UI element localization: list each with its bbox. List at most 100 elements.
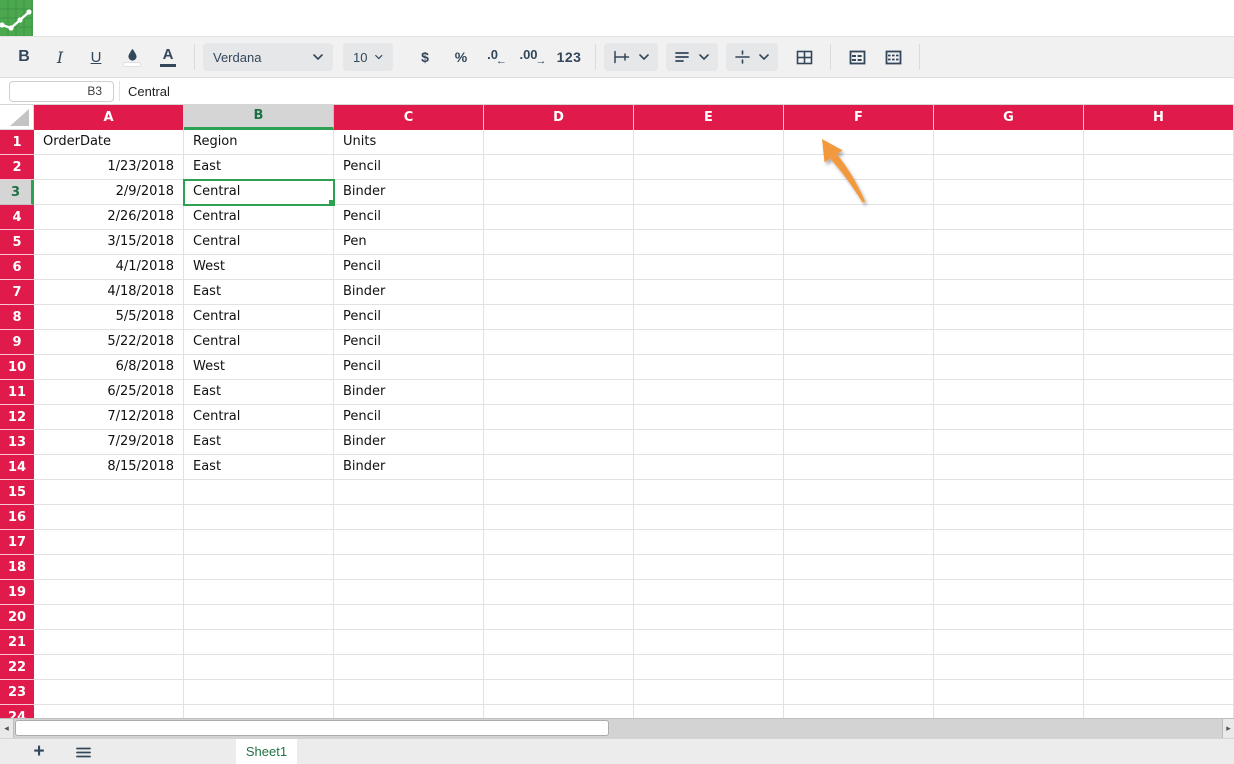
cell-D1[interactable] xyxy=(484,130,634,155)
cell-F17[interactable] xyxy=(784,530,934,555)
cell-G7[interactable] xyxy=(934,280,1084,305)
column-header-D[interactable]: D xyxy=(484,105,634,130)
row-header-10[interactable]: 10 xyxy=(0,355,34,380)
scroll-left-button[interactable]: ◂ xyxy=(0,719,14,738)
cell-D23[interactable] xyxy=(484,680,634,705)
cell-C13[interactable]: Binder xyxy=(334,430,484,455)
cell-A18[interactable] xyxy=(34,555,184,580)
cell-E12[interactable] xyxy=(634,405,784,430)
column-header-E[interactable]: E xyxy=(634,105,784,130)
cell-A16[interactable] xyxy=(34,505,184,530)
increase-decimal-button[interactable]: .00 → xyxy=(515,42,551,72)
cell-B15[interactable] xyxy=(184,480,334,505)
column-header-G[interactable]: G xyxy=(934,105,1084,130)
row-header-8[interactable]: 8 xyxy=(0,305,34,330)
cell-G12[interactable] xyxy=(934,405,1084,430)
row-header-4[interactable]: 4 xyxy=(0,205,34,230)
cell-A2[interactable]: 1/23/2018 xyxy=(34,155,184,180)
bold-button[interactable]: B xyxy=(6,42,42,72)
cell-B14[interactable]: East xyxy=(184,455,334,480)
cell-G16[interactable] xyxy=(934,505,1084,530)
text-wrap-dropdown[interactable] xyxy=(604,43,658,71)
cell-G23[interactable] xyxy=(934,680,1084,705)
cell-H10[interactable] xyxy=(1084,355,1234,380)
cell-B2[interactable]: East xyxy=(184,155,334,180)
row-header-24[interactable]: 24 xyxy=(0,705,34,718)
cell-H13[interactable] xyxy=(1084,430,1234,455)
italic-button[interactable]: I xyxy=(42,42,78,72)
cell-D13[interactable] xyxy=(484,430,634,455)
cell-H11[interactable] xyxy=(1084,380,1234,405)
row-header-20[interactable]: 20 xyxy=(0,605,34,630)
cell-A5[interactable]: 3/15/2018 xyxy=(34,230,184,255)
row-header-15[interactable]: 15 xyxy=(0,480,34,505)
cell-H12[interactable] xyxy=(1084,405,1234,430)
cell-B7[interactable]: East xyxy=(184,280,334,305)
cell-C1[interactable]: Units xyxy=(334,130,484,155)
scroll-right-button[interactable]: ▸ xyxy=(1222,719,1234,738)
cell-F15[interactable] xyxy=(784,480,934,505)
cell-H3[interactable] xyxy=(1084,180,1234,205)
cell-G19[interactable] xyxy=(934,580,1084,605)
cell-B21[interactable] xyxy=(184,630,334,655)
cell-E10[interactable] xyxy=(634,355,784,380)
cell-C16[interactable] xyxy=(334,505,484,530)
cell-A17[interactable] xyxy=(34,530,184,555)
row-header-3[interactable]: 3 xyxy=(0,180,34,205)
cell-A24[interactable] xyxy=(34,705,184,718)
cell-C2[interactable]: Pencil xyxy=(334,155,484,180)
cell-H15[interactable] xyxy=(1084,480,1234,505)
cell-A19[interactable] xyxy=(34,580,184,605)
cell-A22[interactable] xyxy=(34,655,184,680)
cell-C23[interactable] xyxy=(334,680,484,705)
cell-G15[interactable] xyxy=(934,480,1084,505)
row-header-12[interactable]: 12 xyxy=(0,405,34,430)
cell-F12[interactable] xyxy=(784,405,934,430)
cell-G24[interactable] xyxy=(934,705,1084,718)
cell-C14[interactable]: Binder xyxy=(334,455,484,480)
cell-C9[interactable]: Pencil xyxy=(334,330,484,355)
cell-E22[interactable] xyxy=(634,655,784,680)
cell-A1[interactable]: OrderDate xyxy=(34,130,184,155)
cell-B22[interactable] xyxy=(184,655,334,680)
cell-B23[interactable] xyxy=(184,680,334,705)
cell-H2[interactable] xyxy=(1084,155,1234,180)
cell-A23[interactable] xyxy=(34,680,184,705)
cell-G4[interactable] xyxy=(934,205,1084,230)
formula-input[interactable]: Central xyxy=(126,84,1234,99)
cell-C15[interactable] xyxy=(334,480,484,505)
cell-reference-box[interactable]: B3 xyxy=(9,80,114,102)
cell-B11[interactable]: East xyxy=(184,380,334,405)
merge-cells-button[interactable] xyxy=(839,42,875,72)
cell-G10[interactable] xyxy=(934,355,1084,380)
cell-H1[interactable] xyxy=(1084,130,1234,155)
cell-F9[interactable] xyxy=(784,330,934,355)
cell-F16[interactable] xyxy=(784,505,934,530)
cell-A7[interactable]: 4/18/2018 xyxy=(34,280,184,305)
cell-H21[interactable] xyxy=(1084,630,1234,655)
column-header-B[interactable]: B xyxy=(184,105,334,130)
cell-D4[interactable] xyxy=(484,205,634,230)
number-format-button[interactable]: 123 xyxy=(551,42,587,72)
cell-C19[interactable] xyxy=(334,580,484,605)
cell-B12[interactable]: Central xyxy=(184,405,334,430)
cell-A14[interactable]: 8/15/2018 xyxy=(34,455,184,480)
cell-D2[interactable] xyxy=(484,155,634,180)
vertical-align-dropdown[interactable] xyxy=(726,43,778,71)
cell-D24[interactable] xyxy=(484,705,634,718)
cell-H7[interactable] xyxy=(1084,280,1234,305)
cell-A6[interactable]: 4/1/2018 xyxy=(34,255,184,280)
cell-E18[interactable] xyxy=(634,555,784,580)
cell-G1[interactable] xyxy=(934,130,1084,155)
cell-A8[interactable]: 5/5/2018 xyxy=(34,305,184,330)
cell-A13[interactable]: 7/29/2018 xyxy=(34,430,184,455)
cell-H24[interactable] xyxy=(1084,705,1234,718)
underline-button[interactable]: U xyxy=(78,42,114,72)
cell-F13[interactable] xyxy=(784,430,934,455)
grid-cells-button[interactable] xyxy=(875,42,911,72)
cell-F23[interactable] xyxy=(784,680,934,705)
cell-E4[interactable] xyxy=(634,205,784,230)
cell-D8[interactable] xyxy=(484,305,634,330)
cell-B3[interactable]: Central xyxy=(183,179,335,206)
cell-F8[interactable] xyxy=(784,305,934,330)
